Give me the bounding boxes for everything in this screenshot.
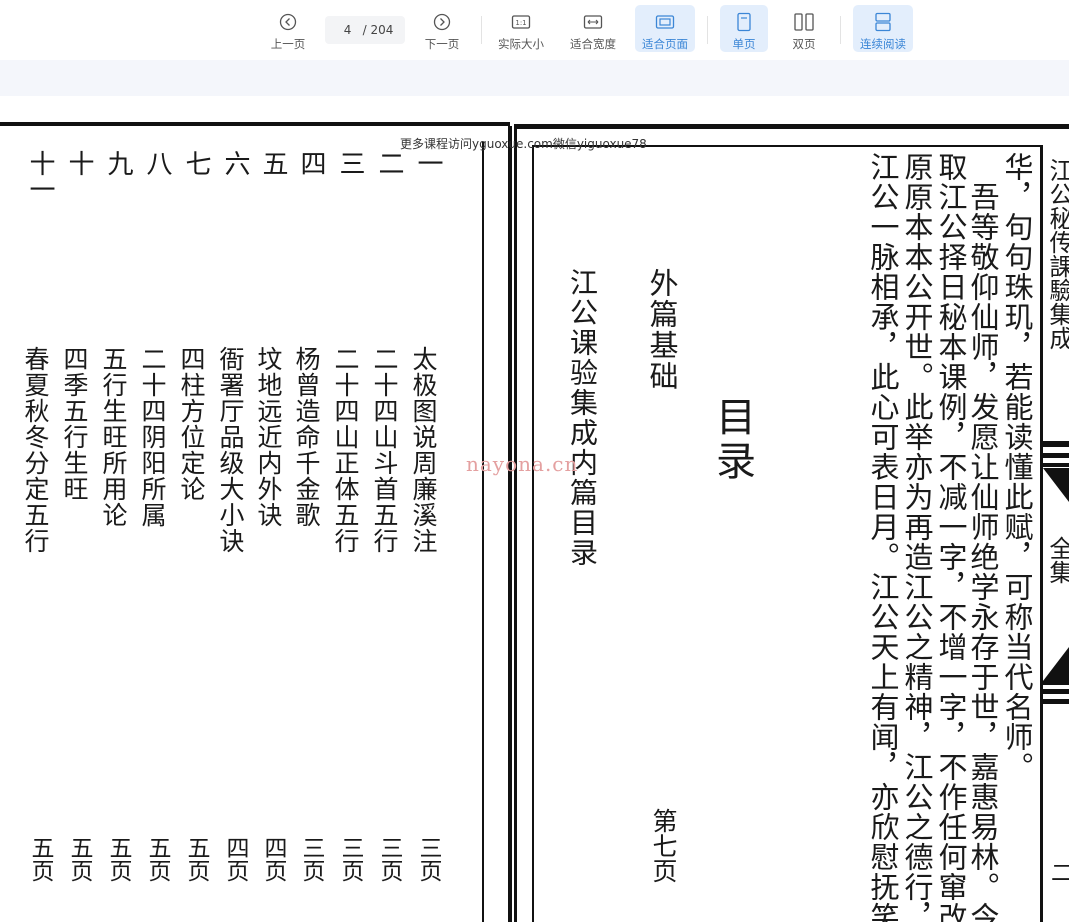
toc-page-ref: 五页	[27, 836, 53, 882]
toc-number: 八	[142, 150, 172, 176]
left-page-spine-inner	[482, 142, 484, 922]
toc-number: 二	[374, 150, 404, 176]
single-page-button[interactable]: 单页	[720, 5, 768, 52]
toc-entry: 杨曾造命千金歌	[292, 346, 321, 528]
toolbar-divider	[840, 16, 841, 44]
toc-entry: 二十四阴阳所属	[138, 346, 167, 528]
left-page-spine-outer	[508, 126, 512, 922]
toc-number: 五	[258, 150, 288, 176]
continuous-read-label: 连续阅读	[860, 37, 906, 51]
document-viewport: 江公秘传課驗集成 全集 二 更多课程访问yguoxue.com微信yiguoxu…	[0, 96, 1069, 922]
toolbar-divider	[707, 16, 708, 44]
right-page-edge-border	[1040, 145, 1043, 922]
toc-page-ref: 三页	[376, 836, 402, 882]
toc-page-ref: 五页	[144, 836, 170, 882]
toc-entry: 四季五行生旺	[60, 346, 89, 502]
toc-entry: 二十四山正体五行	[331, 346, 360, 554]
toc-page-ref: 五页	[183, 836, 209, 882]
fit-page-button[interactable]: 适合页面	[635, 5, 695, 52]
total-pages: / 204	[362, 23, 394, 37]
watermark-middle: nayona.cn	[466, 452, 579, 476]
toc-number: 九	[103, 150, 133, 176]
next-page-fragment: 全集	[1045, 536, 1069, 584]
page-edge-fish-tail-upper	[1043, 468, 1069, 502]
page-edge-mark	[1043, 699, 1069, 704]
fit-width-icon	[580, 11, 606, 33]
page-edge-mark	[1043, 689, 1069, 694]
right-page-top-border	[514, 124, 1069, 129]
page-edge-mark	[1043, 681, 1069, 685]
double-page-button[interactable]: 双页	[780, 5, 828, 52]
body-text-line: 江公一脉相承，此心可表日月。江公天上有闻，亦欣慰抚笑矣	[866, 152, 900, 922]
viewer-gap	[0, 60, 1069, 96]
toc-number: 一	[413, 150, 443, 176]
toc-page-ref: 四页	[260, 836, 286, 882]
fit-width-label: 适合宽度	[570, 37, 616, 51]
fit-width-button[interactable]: 适合宽度	[563, 5, 623, 52]
toc-entry: 二十四山斗首五行	[370, 346, 399, 554]
page-edge-mark	[1043, 441, 1069, 447]
toc-entry: 坟地远近内外诀	[254, 346, 283, 528]
body-text-line: 原原本本公开世。此举亦为再造江公之精神，江公之德行，	[900, 152, 934, 922]
toc-entry: 春夏秋冬分定五行	[21, 346, 50, 554]
fit-page-label: 适合页面	[642, 37, 688, 51]
right-page-inner-left	[532, 147, 534, 922]
continuous-read-button[interactable]: 连续阅读	[853, 5, 913, 52]
reader-toolbar: 上一页 / 204 下一页 1:1 实际大小 适合宽度 适合页面 单页	[0, 0, 1069, 60]
toc-entry: 衙署厅品级大小诀	[216, 346, 245, 554]
toolbar-divider	[481, 16, 482, 44]
body-text-line: 吾等敬仰仙师，发愿让仙师绝学永存于世，嘉惠易林。今	[966, 182, 1000, 922]
toc-number: 三	[335, 150, 365, 176]
actual-size-icon: 1:1	[508, 11, 534, 33]
svg-text:1:1: 1:1	[515, 19, 526, 27]
single-page-label: 单页	[732, 37, 756, 51]
toc-page-ref: 三页	[415, 836, 441, 882]
next-page-number: 二	[1047, 861, 1069, 883]
body-text-line: 华，句句珠玑，若能读懂此赋，可称当代名师。	[1000, 152, 1034, 782]
toc-number: 七	[181, 150, 211, 176]
chevron-right-circle-icon	[429, 11, 455, 33]
toc-number: 十	[64, 150, 94, 176]
contents-heading: 目录	[709, 396, 755, 484]
toc-page-ref: 三页	[337, 836, 363, 882]
toc-number: 六	[220, 150, 250, 176]
double-page-label: 双页	[792, 37, 816, 51]
fit-page-icon	[652, 11, 678, 33]
toc-page-ref: 五页	[66, 836, 92, 882]
page-edge-mark	[1043, 463, 1069, 467]
book-contents-title: 江公课验集成内篇目录	[566, 268, 599, 568]
continuous-read-icon	[870, 11, 896, 33]
page-indicator: / 204	[325, 16, 405, 44]
toc-entry: 太极图说周廉溪注	[409, 346, 438, 554]
page-edge-fish-tail-lower	[1043, 647, 1069, 681]
double-page-icon	[791, 11, 817, 33]
actual-size-label: 实际大小	[498, 37, 544, 51]
toc-page-ref: 三页	[298, 836, 324, 882]
single-page-icon	[731, 11, 757, 33]
next-page-button[interactable]: 下一页	[416, 5, 468, 52]
toc-number: 四	[296, 150, 326, 176]
toc-entry: 四柱方位定论	[177, 346, 206, 502]
chevron-left-circle-icon	[275, 11, 301, 33]
toc-number: 十一	[25, 150, 55, 202]
toc-page-ref: 四页	[222, 836, 248, 882]
page-edge-mark	[1043, 453, 1069, 458]
left-page-top-border	[0, 122, 510, 126]
prev-page-button[interactable]: 上一页	[262, 5, 314, 52]
next-page-label: 下一页	[424, 37, 460, 51]
page-number-input[interactable]	[336, 23, 359, 37]
toc-entry: 五行生旺所用论	[99, 346, 128, 528]
toc-page-ref: 五页	[105, 836, 131, 882]
right-page-left-border	[514, 129, 517, 922]
section-page-ref: 第七页	[649, 808, 678, 883]
body-text-line: 取江公择日秘本课例，不减一字，不增一字，不作任何窜改	[934, 152, 968, 922]
prev-page-label: 上一页	[270, 37, 306, 51]
section-title: 外篇基础	[645, 268, 679, 392]
actual-size-button[interactable]: 1:1 实际大小	[491, 5, 551, 52]
next-page-title-fragment: 江公秘传課驗集成	[1045, 158, 1069, 350]
